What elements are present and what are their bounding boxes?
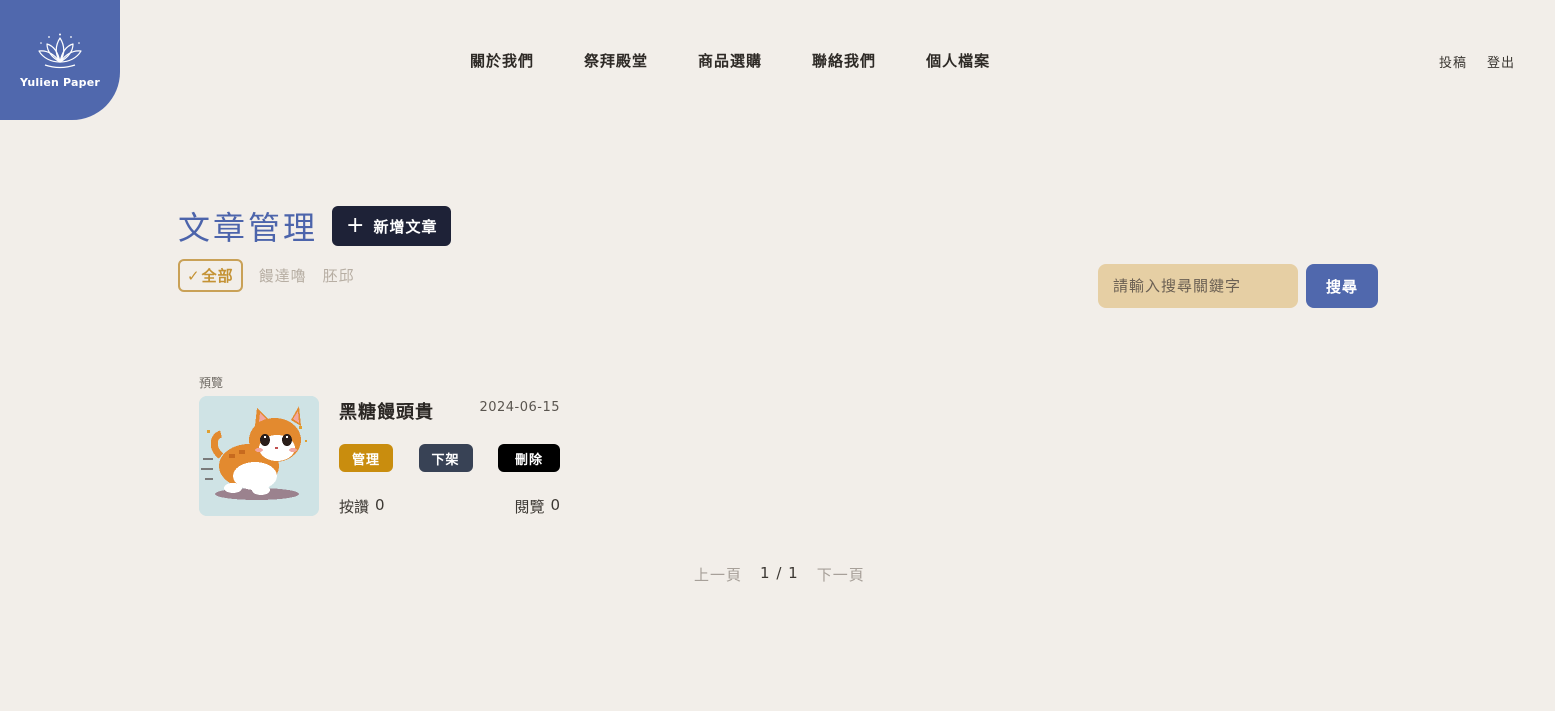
search-input[interactable] — [1098, 264, 1298, 308]
page: Yulien Paper 關於我們 祭拜殿堂 商品選購 聯絡我們 個人檔案 投稿… — [0, 0, 1555, 711]
article-card: 預覽 黑糖饅頭貴 2024-06-15 管理 下架 刪除 按讚 0 閱覽 0 — [199, 374, 569, 516]
category-filters: ✓ 全部 饅達嚕 胚邱 — [178, 259, 355, 292]
nav-contact[interactable]: 聯絡我們 — [812, 50, 876, 72]
page-title: 文章管理 — [178, 209, 319, 247]
nav-profile[interactable]: 個人檔案 — [926, 50, 990, 72]
views-label: 閱覽 — [514, 498, 545, 516]
article-thumbnail[interactable] — [199, 396, 319, 516]
filter-all[interactable]: ✓ 全部 — [178, 259, 243, 292]
lotus-icon — [38, 33, 82, 68]
search-button[interactable]: 搜尋 — [1306, 264, 1378, 308]
nav-logout[interactable]: 登出 — [1487, 52, 1515, 71]
manage-button[interactable]: 管理 — [339, 444, 393, 472]
unlist-button[interactable]: 下架 — [418, 444, 473, 472]
article-info: 黑糖饅頭貴 2024-06-15 管理 下架 刪除 按讚 0 閱覽 0 — [339, 396, 560, 516]
add-article-button[interactable]: + 新增文章 — [332, 206, 452, 246]
views-count: 0 — [550, 496, 560, 514]
article-date: 2024-06-15 — [479, 400, 560, 415]
nav-worship-hall[interactable]: 祭拜殿堂 — [584, 50, 648, 72]
brand-logo[interactable]: Yulien Paper — [0, 0, 120, 120]
likes-stat: 按讚 0 — [339, 496, 385, 517]
nav-about[interactable]: 關於我們 — [470, 50, 534, 72]
add-article-label: 新增文章 — [373, 217, 438, 236]
next-page-link[interactable]: 下一頁 — [817, 564, 865, 585]
likes-count: 0 — [375, 496, 385, 514]
filter-peiqiu[interactable]: 胚邱 — [323, 265, 355, 286]
prev-page-link[interactable]: 上一頁 — [694, 564, 742, 585]
views-stat: 閱覽 0 — [514, 496, 560, 517]
nav-shop[interactable]: 商品選購 — [698, 50, 762, 72]
delete-button[interactable]: 刪除 — [498, 444, 560, 472]
user-nav: 投稿 登出 — [1439, 52, 1515, 71]
filter-mantalu[interactable]: 饅達嚕 — [259, 265, 307, 286]
preview-label: 預覽 — [199, 376, 224, 390]
check-icon: ✓ — [187, 266, 201, 285]
main-nav: 關於我們 祭拜殿堂 商品選購 聯絡我們 個人檔案 — [470, 50, 990, 72]
page-indicator: 1 / 1 — [760, 564, 799, 582]
brand-name: Yulien Paper — [19, 75, 100, 89]
likes-label: 按讚 — [339, 498, 370, 516]
article-stats: 按讚 0 閱覽 0 — [339, 496, 560, 517]
pixel-cat-illustration — [199, 396, 319, 516]
page-header: 文章管理 + 新增文章 — [178, 203, 452, 249]
search-bar: 搜尋 — [1098, 264, 1378, 308]
plus-icon: + — [346, 213, 366, 238]
article-actions: 管理 下架 刪除 — [339, 444, 560, 472]
article-title[interactable]: 黑糖饅頭貴 — [339, 398, 434, 424]
nav-submit[interactable]: 投稿 — [1439, 52, 1467, 71]
pagination: 上一頁 1 / 1 下一頁 — [694, 564, 865, 585]
filter-all-label: 全部 — [201, 267, 234, 285]
